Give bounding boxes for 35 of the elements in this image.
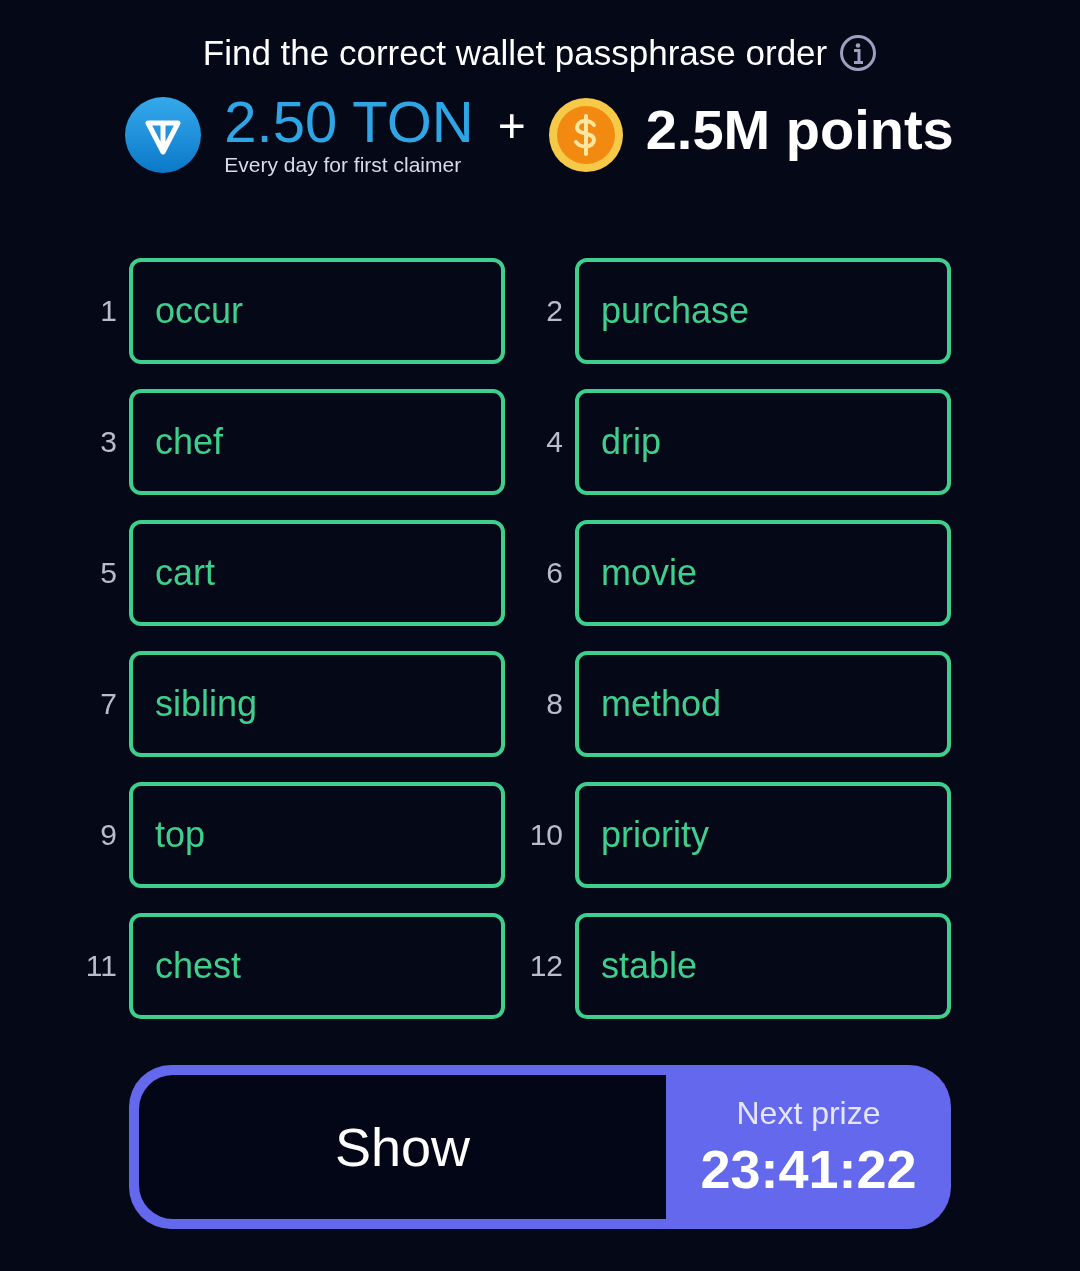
info-icon[interactable]	[839, 34, 878, 72]
word-slot[interactable]: occur	[129, 258, 505, 364]
word-slot[interactable]: priority	[575, 782, 951, 888]
word-number: 11	[84, 949, 117, 983]
word-number: 6	[545, 556, 563, 590]
word-number: 9	[99, 818, 117, 852]
word-slot[interactable]: movie	[575, 520, 951, 626]
points-amount: 2.5M points	[645, 96, 954, 162]
word-number: 7	[99, 687, 117, 721]
word-slot[interactable]: drip	[575, 389, 951, 495]
plus-sign: +	[497, 97, 526, 153]
word-slot[interactable]: method	[575, 651, 951, 757]
countdown-timer: 23:41:22	[700, 1137, 917, 1200]
word-number: 5	[99, 556, 117, 590]
word-slot[interactable]: cart	[129, 520, 505, 626]
word-slot[interactable]: chef	[129, 389, 505, 495]
word-number: 2	[545, 294, 563, 328]
ton-amount: 2.50 TON	[224, 93, 474, 151]
word-slot[interactable]: sibling	[129, 651, 505, 757]
word-slot[interactable]: stable	[575, 913, 951, 1019]
word-number: 3	[99, 425, 117, 459]
word-number: 10	[528, 818, 563, 852]
word-number: 4	[545, 425, 563, 459]
page-title: Find the correct wallet passphrase order	[202, 33, 828, 73]
word-slot[interactable]: chest	[129, 913, 505, 1019]
word-slot[interactable]: purchase	[575, 258, 951, 364]
show-button[interactable]: Show	[139, 1075, 666, 1219]
next-prize-label: Next prize	[736, 1094, 881, 1132]
coin-icon	[547, 97, 624, 173]
ton-logo-icon	[124, 96, 203, 174]
word-number: 1	[99, 294, 117, 328]
word-number: 12	[528, 949, 563, 983]
word-number: 8	[545, 687, 563, 721]
reward-note: Every day for first claimer	[224, 153, 463, 177]
word-slot[interactable]: top	[129, 782, 505, 888]
